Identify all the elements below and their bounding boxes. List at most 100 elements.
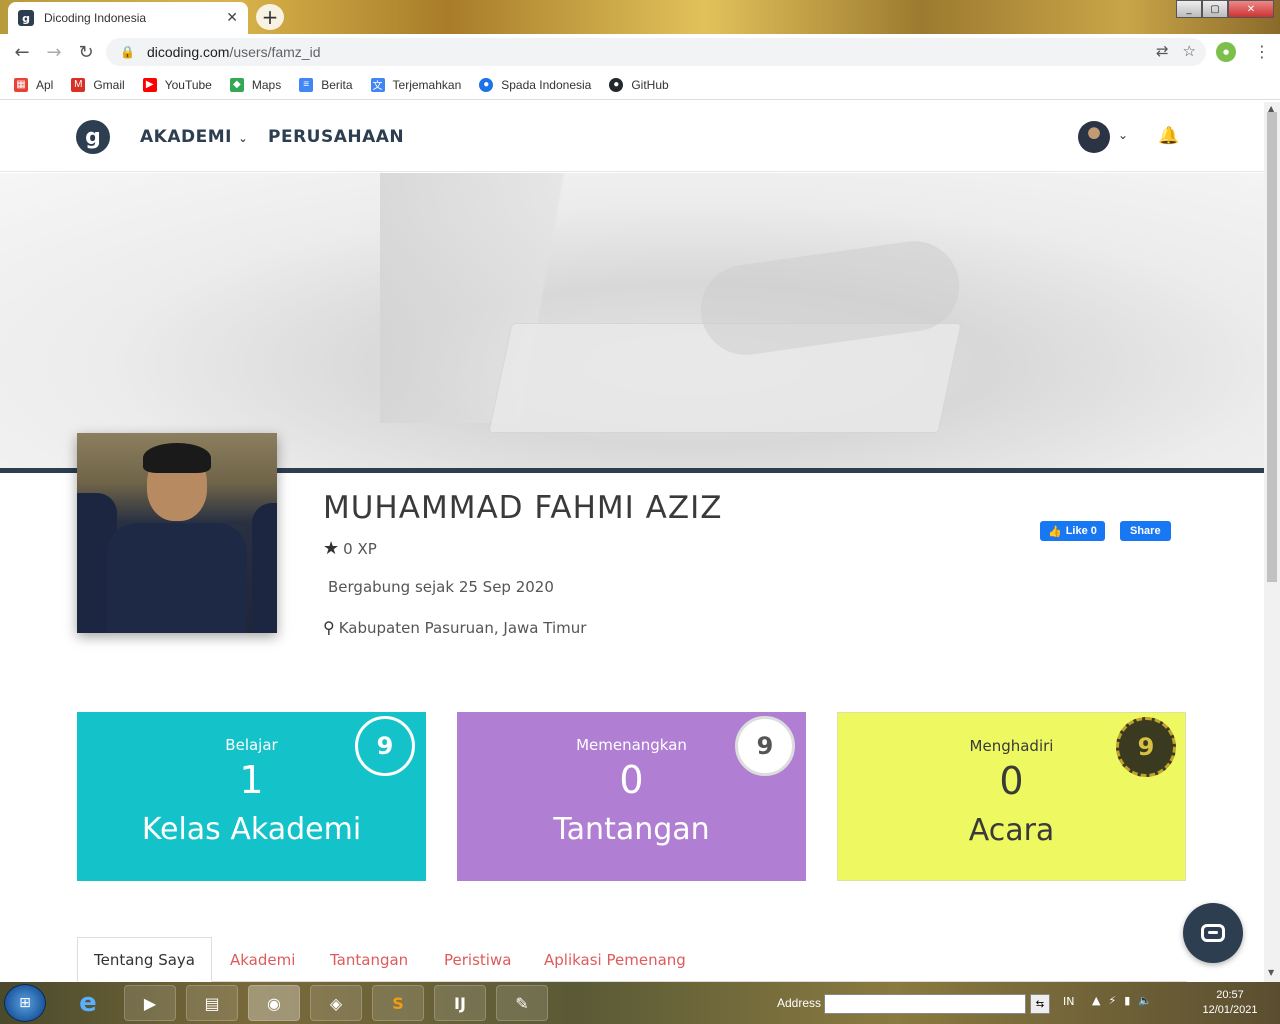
bookmark-berita[interactable]: ≡ Berita [299,77,353,92]
nav-perusahaan[interactable]: PERUSAHAAN [268,127,404,147]
photo-person-hair [143,443,211,473]
tab-title: Dicoding Indonesia [44,11,147,25]
bookmark-label: Maps [251,77,282,92]
stat-label: Belajar [225,736,278,754]
taskbar-clock[interactable]: 20:57 12/01/2021 [1190,988,1270,1018]
system-tray: ▲ ⚡ ▮ 🔈 [1092,994,1152,1007]
star-icon: ★ [323,538,340,559]
volume-icon[interactable]: 🔈 [1138,994,1152,1007]
github-icon: ● [609,77,624,92]
page-content: g AKADEMI ⌄ PERUSAHAAN ⌄ 🔔 MUHAMMAD FAHM… [0,102,1264,982]
profile-joined: Bergabung sejak 25 Sep 2020 [328,578,554,596]
translate-page-icon[interactable]: ⇄ [1156,42,1169,60]
dicoding-favicon-icon: g [18,10,34,26]
bookmark-github[interactable]: ● GitHub [609,77,669,92]
address-label: Address [777,996,822,1010]
clock-date: 12/01/2021 [1202,1004,1258,1016]
tab-aplikasi-pemenang[interactable]: Aplikasi Pemenang [544,937,686,982]
bookmark-maps[interactable]: ◆ Maps [229,77,282,92]
stat-count: 1 [239,758,264,802]
address-bar[interactable]: 🔒 dicoding.com/users/famz_id ⇄ ☆ [106,38,1206,66]
scroll-down-icon[interactable]: ▼ [1268,968,1274,977]
stat-card-acara[interactable]: 9 Menghadiri 0 Acara [837,712,1186,881]
chrome-icon[interactable]: ◉ [248,985,300,1021]
bookmark-apl[interactable]: ▦ Apl [14,77,53,92]
gmail-icon: M [71,77,86,92]
bookmark-label: Terjemahkan [392,77,462,92]
profile-name: MUHAMMAD FAHMI AZIZ [323,490,723,526]
lock-icon: 🔒 [120,45,135,59]
location-text: Kabupaten Pasuruan, Jawa Timur [338,618,587,637]
bookmark-star-icon[interactable]: ☆ [1183,42,1196,60]
browser-tab[interactable]: g Dicoding Indonesia ✕ [8,2,248,34]
bookmark-label: YouTube [164,77,212,92]
window-close-icon[interactable]: ✕ [1228,0,1274,18]
bookmark-label: GitHub [631,77,669,92]
news-icon: ≡ [299,77,314,92]
show-hidden-icons-icon[interactable]: ▲ [1092,994,1100,1007]
bookmarks-bar: ▦ Apl M Gmail ▶ YouTube ◆ Maps ≡ Berita 文 Terj… [0,70,1280,100]
url-host: dicoding.com [146,44,230,60]
internet-explorer-icon[interactable]: e [62,985,114,1021]
browser-menu-icon[interactable]: ⋮ [1254,42,1270,61]
stat-label: Memenangkan [576,736,687,754]
power-icon[interactable]: ⚡ [1108,994,1116,1007]
tab-tantangan[interactable]: Tantangan [330,937,408,982]
media-player-icon[interactable]: ▶ [124,985,176,1021]
bookmark-spada[interactable]: ● Spada Indonesia [479,77,592,92]
new-tab-button[interactable]: + [256,4,284,30]
back-icon[interactable]: ← [6,42,38,63]
stat-label: Menghadiri [969,737,1054,755]
photo-person-right [252,503,277,633]
maximize-icon[interactable]: ▢ [1202,0,1228,18]
bookmark-gmail[interactable]: M Gmail [71,77,125,92]
bell-icon[interactable]: 🔔 [1158,126,1179,146]
tab-tentang-saya[interactable]: Tentang Saya [77,937,213,982]
start-button[interactable]: ⊞ [4,984,46,1022]
profile-tabs: Tentang Saya Akademi Tantangan Peristiwa… [77,937,1187,982]
stat-card-akademi[interactable]: 9 Belajar 1 Kelas Akademi [77,712,426,881]
tab-close-icon[interactable]: ✕ [226,10,238,26]
facebook-like-button[interactable]: 👍 Like 0 [1040,521,1105,541]
chat-button[interactable] [1183,903,1243,963]
bookmark-label: Spada Indonesia [501,77,592,92]
stat-card-tantangan[interactable]: 9 Memenangkan 0 Tantangan [457,712,806,881]
minimize-icon[interactable]: _ [1176,0,1202,18]
taskbar-address-input[interactable] [824,994,1026,1014]
file-explorer-icon[interactable]: ▤ [186,985,238,1021]
network-icon[interactable]: ▮ [1124,994,1130,1007]
chevron-down-icon[interactable]: ⌄ [1118,128,1128,142]
url-path: /users/famz_id [229,44,321,60]
go-arrow-icon[interactable]: ⇆ [1030,994,1050,1014]
paint-icon[interactable]: ✎ [496,985,548,1021]
language-indicator[interactable]: IN [1063,995,1074,1008]
stat-sub: Tantangan [553,812,710,847]
scrollbar-thumb[interactable] [1267,112,1277,582]
user-avatar[interactable] [1078,121,1110,153]
page-scrollbar[interactable]: ▲ ▼ [1264,102,1280,982]
stat-sub: Acara [968,813,1055,848]
reload-icon[interactable]: ↻ [70,42,102,63]
intellij-icon[interactable]: IJ [434,985,486,1021]
browser-toolbar: ← → ↻ 🔒 dicoding.com/users/famz_id ⇄ ☆ ●… [0,34,1280,70]
extension-icon[interactable]: ● [1216,42,1236,62]
stat-sub: Kelas Akademi [141,812,362,847]
tab-akademi[interactable]: Akademi [230,937,295,982]
profile-location: ⚲ Kabupaten Pasuruan, Jawa Timur [323,618,586,637]
browser-titlebar: g Dicoding Indonesia ✕ + _ ▢ ✕ [0,0,1280,34]
profile-xp: ★ 0 XP [323,538,377,559]
bookmark-terjemahkan[interactable]: 文 Terjemahkan [370,77,462,92]
tab-peristiwa[interactable]: Peristiwa [444,937,511,982]
map-pin-icon: ⚲ [323,618,335,637]
facebook-share-button[interactable]: Share [1120,521,1171,541]
dicoding-logo-icon[interactable]: g [76,120,110,154]
bookmark-label: Berita [321,77,353,92]
sublime-text-icon[interactable]: S [372,985,424,1021]
maps-icon: ◆ [229,77,244,92]
forward-icon[interactable]: → [38,42,70,63]
spada-icon: ● [479,77,494,92]
virtualbox-icon[interactable]: ◈ [310,985,362,1021]
photo-person-body [107,523,247,633]
nav-akademi[interactable]: AKADEMI ⌄ [140,127,248,147]
bookmark-youtube[interactable]: ▶ YouTube [142,77,212,92]
